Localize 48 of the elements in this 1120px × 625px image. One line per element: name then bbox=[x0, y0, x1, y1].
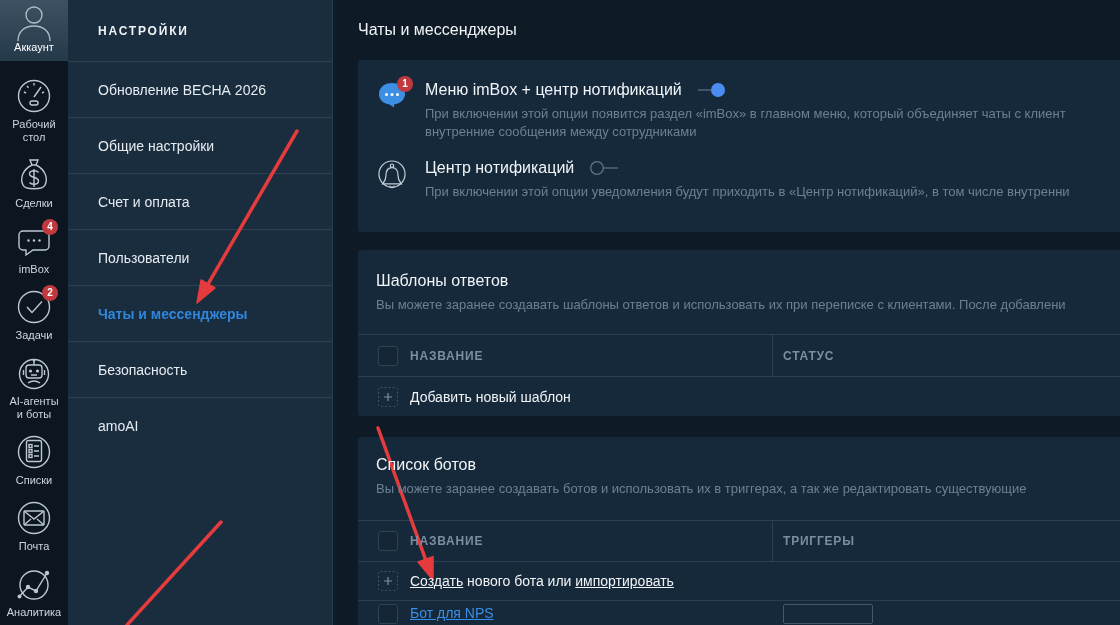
count-badge: 2 bbox=[42, 285, 58, 301]
bell-icon bbox=[378, 160, 406, 190]
settings-menu-item[interactable]: Безопасность bbox=[68, 342, 332, 398]
check-circle-icon bbox=[17, 290, 51, 324]
column-header: ТРИГГЕРЫ bbox=[783, 534, 855, 548]
toggle-switch[interactable] bbox=[697, 82, 726, 98]
nav-item[interactable]: Почта bbox=[0, 493, 68, 559]
section-title: Шаблоны ответов bbox=[375, 271, 510, 291]
option-title: Меню imBox + центр нотификаций bbox=[425, 80, 682, 100]
settings-menu-item[interactable]: Общие настройки bbox=[68, 118, 332, 174]
settings-menu-item[interactable]: Счет и оплата bbox=[68, 174, 332, 230]
robot-icon bbox=[17, 356, 51, 390]
option-description: При включении этой опции появится раздел «imBox» в главном меню, который объединяет чаты с клиент внутренние сообщения между сотрудниками bbox=[425, 105, 1067, 141]
option-title: Центр нотификаций bbox=[425, 158, 575, 178]
gauge-icon bbox=[17, 79, 51, 113]
column-header: СТАТУС bbox=[783, 348, 835, 363]
bot-name-link[interactable]: Бот для NPS bbox=[410, 605, 494, 621]
envelope-icon bbox=[17, 501, 51, 535]
select-all-checkbox[interactable] bbox=[378, 531, 398, 551]
text-link[interactable]: импортировать bbox=[575, 573, 674, 589]
settings-menu-item[interactable]: Обновление ВЕСНА 2026 bbox=[68, 62, 332, 118]
text-link[interactable]: Создать bbox=[410, 573, 464, 589]
section-description: Вы можете заранее создавать шаблоны ответов и использовать их при переписке с клиентами. После добавлени bbox=[375, 296, 1067, 314]
plus-icon[interactable] bbox=[378, 386, 398, 407]
nav-item[interactable]: Сделки bbox=[0, 150, 68, 216]
nav-item[interactable]: 2 Задачи bbox=[0, 282, 68, 348]
page-title: Чаты и мессенджеры bbox=[358, 20, 517, 40]
count-badge: 1 bbox=[397, 76, 413, 92]
line-chart-icon bbox=[17, 567, 51, 601]
select-all-checkbox[interactable] bbox=[378, 345, 398, 366]
row-checkbox[interactable] bbox=[378, 604, 398, 624]
option-description: При включении этой опции уведомления будут приходить в «Центр нотификаций», в том числе внутренни bbox=[425, 183, 1071, 201]
user-silhouette-icon bbox=[16, 3, 52, 41]
toggle-switch[interactable] bbox=[590, 160, 619, 176]
checklist-icon bbox=[17, 435, 51, 469]
add-bot-text: Создать нового бота или импортировать bbox=[410, 573, 674, 589]
plus-icon[interactable] bbox=[378, 571, 398, 591]
column-header: НАЗВАНИЕ bbox=[410, 348, 484, 363]
nav-item[interactable]: Рабочий стол bbox=[0, 71, 68, 150]
nav-item[interactable]: 4 imBox bbox=[0, 216, 68, 282]
nav-item[interactable]: AI-агенты и боты bbox=[0, 348, 68, 427]
count-badge: 4 bbox=[42, 219, 58, 235]
account-button[interactable]: Аккаунт bbox=[0, 0, 68, 61]
settings-menu-item[interactable]: amoAI bbox=[68, 398, 332, 454]
sidebar-title: НАСТРОЙКИ bbox=[68, 0, 332, 62]
nav-item[interactable]: Аналитика bbox=[0, 559, 68, 625]
add-template-link[interactable]: Добавить новый шаблон bbox=[410, 388, 571, 405]
nav-item[interactable]: Списки bbox=[0, 427, 68, 493]
